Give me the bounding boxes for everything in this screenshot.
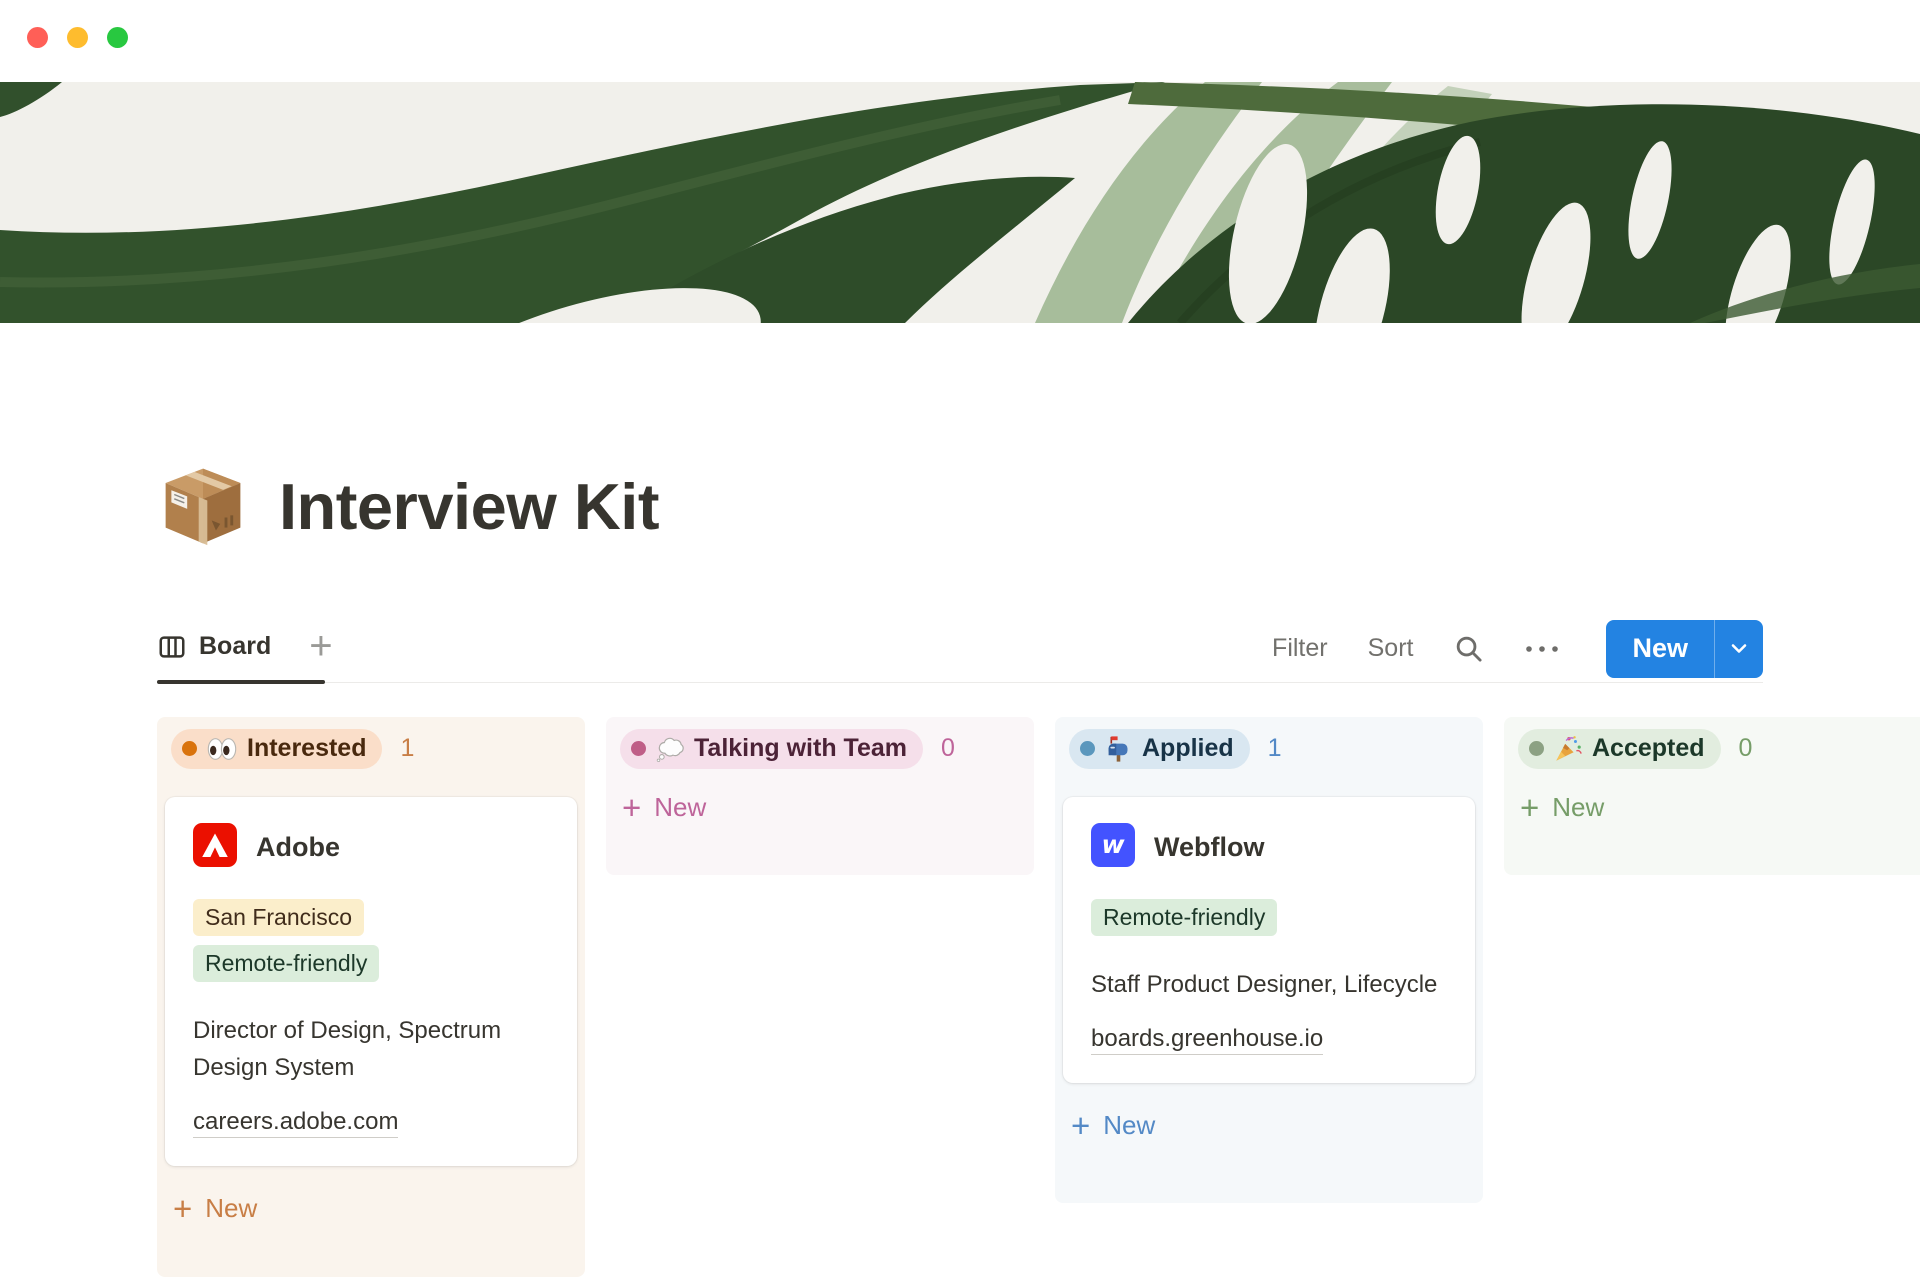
webflow-logo: w bbox=[1091, 823, 1135, 872]
plus-icon: + bbox=[622, 791, 641, 824]
card-link[interactable]: boards.greenhouse.io bbox=[1091, 1025, 1323, 1055]
package-emoji[interactable] bbox=[157, 460, 249, 552]
board-column-interested: Interested 1 Adobe San Francisco Remote-… bbox=[157, 717, 585, 1277]
status-dot bbox=[182, 741, 197, 756]
column-status-pill[interactable]: Interested bbox=[171, 729, 382, 769]
tag-san-francisco: San Francisco bbox=[193, 899, 364, 936]
column-status-pill[interactable]: Talking with Team bbox=[620, 729, 923, 769]
tab-board-label: Board bbox=[199, 632, 271, 661]
tab-board-view[interactable]: Board bbox=[157, 632, 271, 666]
column-header: Talking with Team 0 bbox=[620, 729, 1026, 769]
add-card-button[interactable]: + New bbox=[1520, 791, 1920, 824]
svg-text:w: w bbox=[1101, 830, 1125, 859]
card-role-text: Staff Product Designer, Lifecycle bbox=[1091, 966, 1447, 1003]
plus-icon: + bbox=[173, 1192, 192, 1225]
party-popper-emoji bbox=[1554, 735, 1582, 763]
window-titlebar bbox=[0, 0, 1920, 82]
column-status-pill[interactable]: Accepted bbox=[1518, 729, 1721, 769]
card-tags: San Francisco Remote-friendly bbox=[193, 899, 549, 991]
card-company-name: Webflow bbox=[1154, 832, 1265, 863]
column-count: 0 bbox=[941, 734, 955, 763]
page-title[interactable]: Interview Kit bbox=[279, 471, 659, 543]
column-count: 1 bbox=[400, 734, 414, 763]
eyes-emoji bbox=[207, 737, 237, 761]
kanban-board: Interested 1 Adobe San Francisco Remote-… bbox=[157, 717, 1920, 1277]
status-dot bbox=[631, 741, 646, 756]
column-header: Accepted 0 bbox=[1518, 729, 1920, 769]
active-tab-underline bbox=[157, 680, 325, 684]
view-toolbar: Board + Filter Sort New bbox=[157, 616, 1763, 683]
column-count: 0 bbox=[1739, 734, 1753, 763]
column-header: Interested 1 bbox=[171, 729, 577, 769]
column-status-pill[interactable]: Applied bbox=[1069, 729, 1250, 769]
search-icon[interactable] bbox=[1453, 633, 1484, 664]
tag-remote-friendly: Remote-friendly bbox=[193, 945, 379, 982]
add-view-button[interactable]: + bbox=[309, 626, 332, 672]
card-role-text: Director of Design, Spectrum Design Syst… bbox=[193, 1012, 549, 1086]
window-controls bbox=[27, 27, 128, 48]
view-tabs: Board + bbox=[157, 626, 333, 672]
column-count: 1 bbox=[1268, 734, 1282, 763]
page-header: Interview Kit bbox=[157, 427, 1763, 586]
new-button-group: New bbox=[1606, 620, 1763, 678]
page-cover-image bbox=[0, 82, 1920, 323]
view-actions: Filter Sort New bbox=[1272, 620, 1763, 678]
tag-remote-friendly: Remote-friendly bbox=[1091, 899, 1277, 936]
monstera-leaves-illustration bbox=[0, 82, 1920, 323]
card-company-name: Adobe bbox=[256, 832, 340, 863]
column-title: Interested bbox=[247, 734, 366, 763]
board-column-applied: Applied 1 w Webflow Remote-friendly Staf… bbox=[1055, 717, 1483, 1203]
new-button[interactable]: New bbox=[1606, 620, 1714, 678]
column-title: Applied bbox=[1142, 734, 1234, 763]
add-card-button[interactable]: + New bbox=[173, 1192, 577, 1225]
thought-balloon-emoji bbox=[656, 736, 684, 762]
column-title: Accepted bbox=[1592, 734, 1705, 763]
zoom-window-button[interactable] bbox=[107, 27, 128, 48]
column-header: Applied 1 bbox=[1069, 729, 1475, 769]
chevron-down-icon[interactable] bbox=[1715, 620, 1763, 678]
adobe-logo bbox=[193, 823, 237, 872]
column-title: Talking with Team bbox=[694, 734, 907, 763]
filter-button[interactable]: Filter bbox=[1272, 634, 1328, 663]
card-header: w Webflow bbox=[1091, 823, 1447, 872]
minimize-window-button[interactable] bbox=[67, 27, 88, 48]
board-column-accepted: Accepted 0 + New bbox=[1504, 717, 1920, 875]
add-card-button[interactable]: + New bbox=[622, 791, 1026, 824]
sort-button[interactable]: Sort bbox=[1368, 634, 1414, 663]
plus-icon: + bbox=[1520, 791, 1539, 824]
board-column-talking-with-team: Talking with Team 0 + New bbox=[606, 717, 1034, 875]
board-card-webflow[interactable]: w Webflow Remote-friendly Staff Product … bbox=[1063, 797, 1475, 1083]
card-tags: Remote-friendly bbox=[1091, 899, 1447, 945]
board-view-icon bbox=[157, 632, 187, 662]
add-card-button[interactable]: + New bbox=[1071, 1109, 1475, 1142]
plus-icon: + bbox=[1071, 1109, 1090, 1142]
more-dots-icon[interactable] bbox=[1524, 644, 1560, 654]
card-link[interactable]: careers.adobe.com bbox=[193, 1108, 398, 1138]
status-dot bbox=[1529, 741, 1544, 756]
card-header: Adobe bbox=[193, 823, 549, 872]
close-window-button[interactable] bbox=[27, 27, 48, 48]
status-dot bbox=[1080, 741, 1095, 756]
mailbox-emoji bbox=[1105, 735, 1132, 763]
board-card-adobe[interactable]: Adobe San Francisco Remote-friendly Dire… bbox=[165, 797, 577, 1166]
